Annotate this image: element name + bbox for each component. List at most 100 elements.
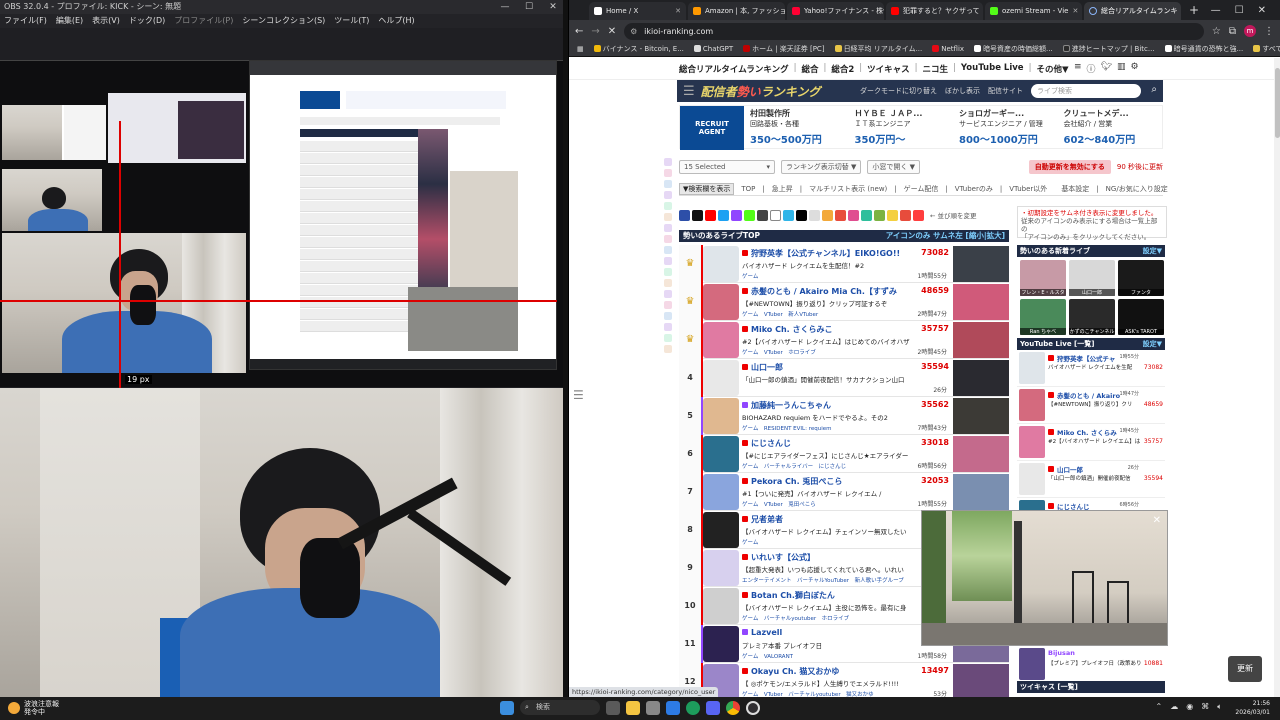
stream-tags[interactable]: ゲーム バーチャルライバー にじさんじ [742, 462, 846, 470]
bookmark-marketcap[interactable]: 暗号資産の時価総額... [974, 44, 1053, 54]
pococha-icon[interactable] [848, 209, 859, 221]
channel-avatar[interactable] [703, 550, 739, 586]
new-live-tile[interactable]: ASK's TAROT [1118, 299, 1164, 335]
obs-menu-edit[interactable]: 編集(E) [56, 14, 83, 28]
bookmark-fear-greed[interactable]: 暗号通貨の恐怖と強... [1164, 44, 1243, 54]
filter-chip[interactable] [664, 257, 672, 265]
stream-thumbnail[interactable] [953, 436, 1009, 472]
list-icon[interactable]: ≡ [1074, 62, 1082, 75]
twitch-icon[interactable] [731, 209, 742, 221]
forward-icon[interactable]: → [591, 26, 599, 37]
whowatch-icon[interactable] [874, 209, 885, 221]
bookmark-binance[interactable]: バイナンス - Bitcoin, E... [593, 44, 684, 54]
tab-youtube-video[interactable]: 犯罪すると？ヤクザって✕ [886, 2, 983, 20]
minimize-icon[interactable]: — [1211, 5, 1221, 16]
filter-chip[interactable] [664, 235, 672, 243]
ranking-row[interactable]: 4 山口一郎 35594 「山口一郎の鎮酒」開催前夜配信！サカナクション山口 26分 [679, 359, 1009, 397]
side-menu-toggle-icon[interactable]: ☰ [573, 388, 585, 404]
bookmark-rakuten[interactable]: ホーム | 楽天証券 [PC] [743, 44, 825, 54]
site-logo[interactable]: 配信者勢いランキング [701, 83, 821, 100]
stream-thumbnail[interactable] [953, 474, 1009, 510]
edge-icon[interactable] [686, 700, 700, 715]
obs-menu-dock[interactable]: ドック(D) [129, 14, 165, 28]
show-search-button[interactable]: ▼検索欄を表示 [679, 182, 735, 195]
chrome-icon[interactable] [726, 700, 740, 715]
channel-name[interactable]: 赤髪のとも / Akairo Mia Ch.【すずみ [742, 286, 897, 297]
tab-yahoo-finance[interactable]: Yahoo!ファイナンス - 株価・✕ [787, 2, 884, 20]
profile-avatar[interactable]: m [1244, 25, 1256, 37]
live-search-input[interactable]: ライブ検索 ⌕ [1031, 84, 1157, 98]
ranking-row[interactable]: ♛ Miko Ch. さくらみこ 35757 #2【バイオハザード レクイエム】はじめ… [679, 321, 1009, 359]
new-live-tile[interactable]: Ran ちゃべ [1020, 299, 1066, 335]
blur-toggle[interactable]: ぼかし表示 [945, 86, 980, 96]
stream-tags[interactable]: ゲーム [742, 272, 758, 280]
filter-chip[interactable] [664, 290, 672, 298]
youtube-live-row[interactable]: 狩野英孝【公式チャ 1時55分 バイオハザード レクイエムを生配 73082 [1017, 350, 1165, 387]
close-icon[interactable]: ✕ [1258, 5, 1266, 16]
stream-sites-link[interactable]: 配信サイト [988, 86, 1023, 96]
refresh-button[interactable]: 更新 [1228, 656, 1262, 682]
mildom-icon[interactable] [770, 209, 781, 221]
stop-loading-icon[interactable]: ✕ [608, 26, 616, 37]
new-live-tile[interactable]: フレン・E・ルスタ [1020, 260, 1066, 296]
stream-tags[interactable]: ゲーム VTuber バーチャルyoutuber 猫又おかゆ [742, 690, 874, 697]
new-tab-icon[interactable]: + [1189, 3, 1199, 17]
bookmark-nikkei[interactable]: 日経平均 リアルタイム... [834, 44, 922, 54]
stream-thumbnail[interactable] [953, 360, 1009, 396]
maximize-icon[interactable]: ☐ [519, 0, 539, 14]
tab-ikioi-ranking[interactable]: 総合リアルタイムランキ✕ [1084, 2, 1181, 20]
stream-tags[interactable]: エンターテイメント バーチャルYouTuber 新人歌い手グループ [742, 576, 904, 584]
ad-job-3[interactable]: ショロガーギー... サービスエンジニア / 管理 800〜1000万円 [953, 106, 1058, 148]
ranking-display-select[interactable]: ランキング表示切替 ▼ [781, 160, 862, 174]
stats-icon[interactable]: ▥ [1117, 62, 1126, 75]
start-icon[interactable] [500, 700, 514, 715]
taskbar-search[interactable]: 検索 [520, 700, 600, 715]
nav-sogo[interactable]: 総合 [801, 63, 818, 75]
maximize-icon[interactable]: ☐ [1235, 5, 1244, 16]
channel-name[interactable]: Miko Ch. さくらみこ [742, 324, 832, 335]
address-bar[interactable]: ⚙ ikioi-ranking.com [624, 22, 1204, 40]
filter-chip[interactable] [664, 312, 672, 320]
recruit-ad-banner[interactable]: RECRUIT AGENT 村田製作所 回路基板・各種 350〜500万円 ＨＹ… [679, 105, 1163, 150]
channel-name[interactable]: 狩野英孝【公式チャンネル】EIKO!GO!! [742, 248, 900, 259]
tray-network-icon[interactable]: ⌘ [1201, 702, 1209, 712]
channel-avatar[interactable] [703, 474, 739, 510]
new-live-tile[interactable]: かずのこチャンネル [1069, 299, 1115, 335]
new-live-tile[interactable]: ファンタ [1118, 260, 1164, 296]
stream-title[interactable]: 【#NEWTOWN】振り返り】クリップ可証するぞ [742, 298, 942, 308]
platform-select[interactable]: 15 Selected ▾ [679, 160, 775, 174]
channel-name[interactable]: Okayu Ch. 猫又おかゆ [742, 666, 839, 677]
stream-title[interactable]: #2【バイオハザード レクイエム】はじめてのバイオハザ [742, 336, 942, 346]
ranking-row[interactable]: ♛ 狩野英孝【公式チャンネル】EIKO!GO!! 73082 バイオハザード レクイエ… [679, 245, 1009, 283]
clock[interactable]: 21:56 2026/03/01 [1235, 699, 1270, 717]
close-tab-icon[interactable]: ✕ [1072, 7, 1078, 15]
stream-title[interactable]: 「山口一郎の鎮酒」開催前夜配信！サカナクション山口 [742, 374, 942, 384]
close-icon[interactable]: ✕ [543, 0, 563, 14]
stream-title[interactable]: 【 ◎ポケモン/エメラルド】人生縛りでエメラルド!!!! [742, 678, 942, 688]
tab-x-home[interactable]: Home / X ✕ [589, 2, 686, 20]
ad-job-2[interactable]: ＨＹＢＥ ＪＡＰ... ＩＴ系エンジニア 350万円〜 [849, 106, 954, 148]
channel-name[interactable]: Botan Ch.獅白ぼたん [742, 590, 835, 601]
nav-multilist[interactable]: マルチリスト表示 (new) [809, 184, 887, 194]
pixiv-icon[interactable] [887, 209, 898, 221]
filter-chip[interactable] [664, 180, 672, 188]
bookmark-heatmap[interactable]: 進捗ヒートマップ | Bitc... [1062, 44, 1155, 54]
filter-chip[interactable] [664, 246, 672, 254]
youtube-live-row[interactable]: Miko Ch. さくらみ 1時45分 #2【バイオハザード レクイエム】は 3575… [1017, 424, 1165, 461]
file-explorer-icon[interactable] [626, 700, 640, 715]
twitcasting-title[interactable]: ツイキャス [一覧] [1020, 681, 1078, 693]
tray-cloud-icon[interactable]: ☁ [1170, 702, 1178, 712]
youtube-live-row[interactable]: 山口一郎 26分 「山口一郎の鎮酒」開催前夜配信 35594 [1017, 461, 1165, 498]
nav-niconico[interactable]: ニコ生 [923, 63, 949, 75]
tray-volume-icon[interactable]: 🔈︎ [1217, 702, 1222, 712]
bookmark-netflix[interactable]: Netflix [932, 45, 964, 53]
filter-chip[interactable] [664, 191, 672, 199]
tab-amazon[interactable]: Amazon | 本, ファッショ✕ [688, 2, 785, 20]
menu-kebab-icon[interactable]: ⋮ [1264, 26, 1274, 37]
obs-menu-view[interactable]: 表示(V) [92, 14, 120, 28]
back-icon[interactable]: ← [575, 26, 583, 37]
scrollbar-thumb[interactable] [1275, 68, 1280, 138]
view-mode-toggle[interactable]: アイコンのみ サムネ左 [縮小|拡大] [886, 230, 1005, 242]
close-icon[interactable]: ✕ [1153, 515, 1161, 526]
stream-title[interactable]: 【#にじエアライダーフェス】にじさんじ★エアライダー [742, 450, 942, 460]
